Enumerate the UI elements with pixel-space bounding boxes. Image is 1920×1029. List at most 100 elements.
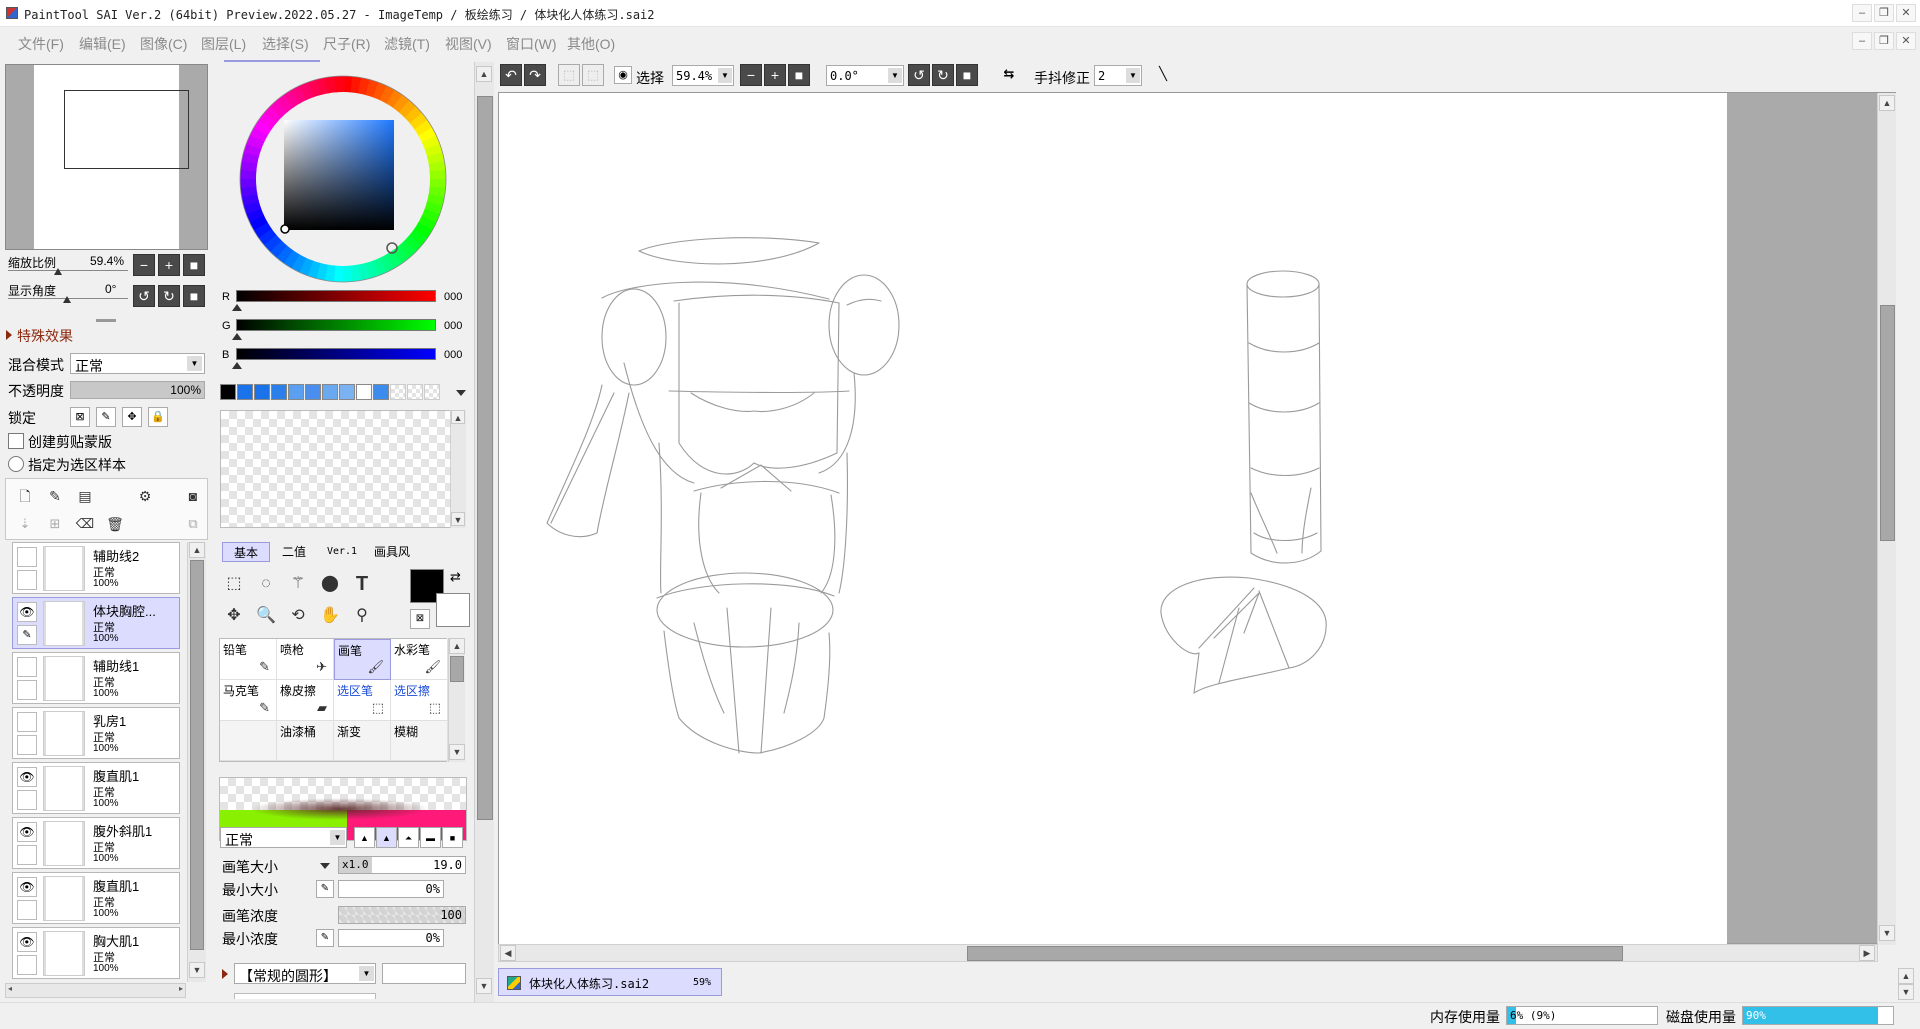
zoom-in-button[interactable]: + [158, 254, 180, 276]
eye-icon[interactable]: 👁 [17, 932, 37, 952]
size-menu-icon[interactable] [320, 863, 330, 869]
brush-shape-strength[interactable] [382, 963, 466, 984]
color-wheel[interactable] [238, 74, 448, 284]
swap-colors-icon[interactable]: ⇄ [450, 569, 461, 585]
menu-item-3[interactable]: 图层(L) [201, 34, 246, 54]
min-size-slider[interactable]: 0% [338, 880, 444, 898]
restore-button[interactable]: ❐ [1874, 4, 1894, 22]
color-swatch[interactable] [220, 384, 236, 400]
minimize-button[interactable]: – [1852, 4, 1872, 22]
brush-scroll-up-icon[interactable]: ▲ [449, 638, 465, 654]
background-color[interactable] [436, 593, 470, 627]
navigator-preview[interactable] [5, 64, 208, 250]
scroll-right-icon[interactable]: ▸ [179, 984, 183, 993]
color-swatch[interactable] [322, 384, 338, 400]
layer-row[interactable]: 辅助线1 正常 100% [12, 652, 180, 704]
stabilizer-select[interactable]: 2 ▼ [1094, 65, 1142, 86]
empty-swatch[interactable] [424, 384, 440, 400]
layer-row[interactable]: 👁 胸大肌1 正常 100% [12, 927, 180, 979]
move-icon[interactable]: ✥ [219, 601, 249, 631]
active-pen-icon[interactable]: ✎ [17, 625, 37, 645]
canvas-vscroll-thumb[interactable] [1880, 305, 1895, 541]
flip-horizontal-icon[interactable]: ⇆ [998, 64, 1020, 86]
empty-swatch[interactable] [390, 384, 406, 400]
pen-slot-icon[interactable] [17, 680, 37, 700]
eye-icon[interactable]: ◉ [614, 66, 632, 84]
tab-scroll-up-icon[interactable]: ▲ [1898, 968, 1914, 984]
document-tab[interactable]: 体块化人体练习.sai2 59% [498, 968, 722, 996]
canvas-scroll-up-icon[interactable]: ▲ [1879, 95, 1895, 111]
brush-shape-select[interactable]: 【常规的圆形】 ▼ [234, 963, 376, 984]
magic-wand-icon[interactable]: ⚚ [283, 569, 313, 599]
blend-mode-select[interactable]: 正常 ▼ [70, 353, 205, 374]
b-slider-handle[interactable] [232, 362, 242, 369]
zoom-slider[interactable] [8, 270, 128, 271]
brush-cell[interactable]: 橡皮擦 ▰ [277, 680, 334, 721]
color-swatch[interactable] [373, 384, 389, 400]
brush-cell[interactable]: 选区擦 ⬚ [391, 680, 448, 721]
toolbar-rotate-reset-button[interactable]: ■ [956, 64, 978, 86]
pen-slot-icon[interactable] [17, 900, 37, 920]
canvas-scroll-right-icon[interactable]: ▶ [1859, 945, 1875, 961]
g-slider[interactable] [236, 319, 436, 331]
menu-item-4[interactable]: 选择(S) [262, 34, 309, 54]
color-swatch[interactable] [254, 384, 270, 400]
deselect-button[interactable]: ⬚ [558, 64, 580, 86]
pen-slot-icon[interactable] [17, 845, 37, 865]
layer-row[interactable]: 👁 腹直肌1 正常 100% [12, 762, 180, 814]
navigator-viewport[interactable] [64, 90, 189, 169]
palette-scroll-down-icon[interactable]: ▼ [451, 512, 465, 526]
brush-scroll-thumb[interactable] [450, 656, 464, 682]
menu-item-0[interactable]: 文件(F) [18, 34, 64, 54]
tab-painter-style[interactable]: 画具风 [368, 542, 416, 562]
lock-all-icon[interactable]: 🔒 [148, 407, 168, 427]
zoom-icon[interactable]: 🔍 [251, 601, 281, 631]
brush-cell[interactable]: 铅笔 ✎ [220, 639, 277, 680]
zoom-out-button[interactable]: − [133, 254, 155, 276]
color-swatch[interactable] [271, 384, 287, 400]
eye-hidden-icon[interactable] [17, 712, 37, 732]
lock-move-icon[interactable]: ✥ [122, 407, 142, 427]
menu-item-2[interactable]: 图像(C) [140, 34, 187, 54]
brush-cell[interactable]: 选区笔 ⬚ [334, 680, 391, 721]
shape-icon[interactable]: ⬤ [315, 569, 345, 599]
undo-button[interactable]: ↶ [500, 64, 522, 86]
b-slider[interactable] [236, 348, 436, 360]
opacity-slider[interactable]: 100% [70, 381, 205, 399]
eye-hidden-icon[interactable] [17, 657, 37, 677]
tip-flat-icon[interactable]: ▬ [420, 827, 441, 848]
r-slider[interactable] [236, 290, 436, 302]
panel-scrollbar[interactable]: ▲ ▼ [474, 62, 494, 1002]
brush-size-multiplier[interactable]: x1.0 [339, 857, 372, 873]
brush-cell[interactable]: 油漆桶 [277, 721, 334, 761]
palette-scroll-up-icon[interactable]: ▲ [451, 410, 465, 424]
menu-item-8[interactable]: 窗口(W) [506, 34, 557, 54]
canvas-hscroll-thumb[interactable] [967, 946, 1623, 961]
scroll-up-icon[interactable]: ▲ [189, 542, 205, 558]
effects-expand-icon[interactable] [6, 330, 12, 340]
tip-sharp-icon[interactable]: ▲ [354, 827, 375, 848]
rotate-cw-button[interactable]: ↻ [158, 285, 180, 307]
canvas-scroll-left-icon[interactable]: ◀ [500, 945, 516, 961]
canvas-scroll-down-icon[interactable]: ▼ [1879, 925, 1895, 941]
invert-selection-button[interactable]: ⬚ [582, 64, 604, 86]
panel-splitter[interactable] [96, 319, 116, 322]
swatch-palette[interactable] [220, 410, 456, 528]
brush-texture-select[interactable] [234, 993, 376, 999]
menu-item-1[interactable]: 编辑(E) [79, 34, 126, 54]
swatch-menu-icon[interactable] [456, 390, 466, 396]
layer-row[interactable]: 👁 腹直肌1 正常 100% [12, 872, 180, 924]
tab-binary[interactable]: 二值 [272, 542, 316, 562]
layer-row[interactable]: 👁 ✎ 体块胸腔... 正常 100% [12, 597, 180, 649]
layer-scroll-thumb[interactable] [190, 560, 204, 950]
transparent-color-icon[interactable]: ⊠ [410, 609, 430, 629]
doc-close-button[interactable]: ✕ [1896, 32, 1916, 50]
delete-layer-icon[interactable]: 🗑 [100, 509, 130, 539]
redo-button[interactable]: ↷ [524, 64, 546, 86]
rotate-ccw-button[interactable]: ↺ [133, 285, 155, 307]
lock-transparency-icon[interactable]: ⊠ [70, 407, 90, 427]
scroll-left-icon[interactable]: ◂ [8, 984, 12, 993]
pen-slot-icon[interactable] [17, 570, 37, 590]
tip-square-icon[interactable]: ■ [442, 827, 463, 848]
layer-mask-icon[interactable]: ◙ [178, 481, 208, 511]
